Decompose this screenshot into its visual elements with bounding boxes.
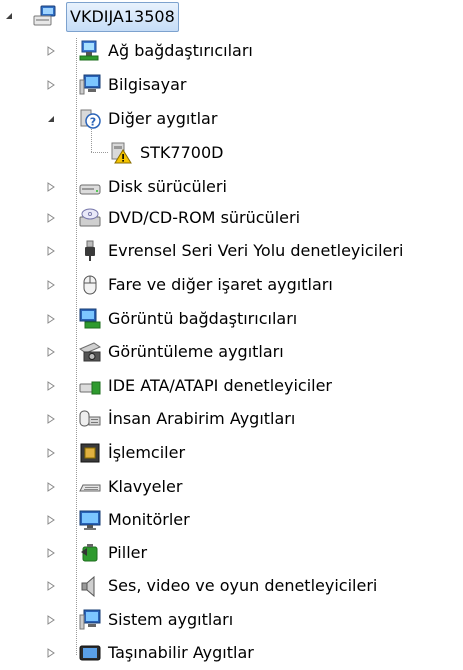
expand-arrow-icon[interactable] [46, 80, 56, 90]
tree-item-label: İşlemciler [108, 443, 186, 462]
tree-item-label: Ses, video ve oyun denetleyicileri [108, 576, 378, 595]
keyboard-icon [79, 476, 101, 498]
usb-plug-icon [79, 240, 101, 262]
warning-device-icon [110, 142, 132, 164]
tree-item-label: Evrensel Seri Veri Yolu denetleyicileri [108, 241, 404, 260]
expand-arrow-icon[interactable] [46, 648, 56, 658]
tree-item-label: İnsan Arabirim Aygıtları [108, 409, 296, 428]
expand-arrow-icon[interactable] [46, 448, 56, 458]
tree-item-label: Taşınabilir Aygıtlar [108, 643, 254, 662]
system-device-icon [79, 609, 101, 631]
expand-arrow-icon[interactable] [46, 182, 56, 192]
device-tree: VKDIJA13508 Ağ bağdaştırıcıları Bilgisay… [0, 0, 463, 670]
unknown-device-icon: ? [79, 108, 101, 130]
expand-arrow-icon[interactable] [46, 482, 56, 492]
portable-device-icon [79, 642, 101, 664]
tree-item-label: Disk sürücüleri [108, 177, 227, 196]
expand-arrow-icon[interactable] [46, 314, 56, 324]
hid-icon [79, 408, 101, 430]
collapse-arrow-icon[interactable] [46, 114, 56, 124]
expand-arrow-icon[interactable] [46, 246, 56, 256]
root-label: VKDIJA13508 [66, 2, 179, 32]
expand-arrow-icon[interactable] [46, 615, 56, 625]
expand-arrow-icon[interactable] [46, 280, 56, 290]
tree-line-child-h [91, 152, 109, 153]
processor-icon [79, 442, 101, 464]
tree-line-main [76, 37, 77, 655]
tree-item-label: Fare ve diğer işaret aygıtları [108, 275, 333, 294]
expand-arrow-icon[interactable] [46, 381, 56, 391]
svg-text:?: ? [90, 116, 96, 129]
expand-arrow-icon[interactable] [46, 414, 56, 424]
tree-item-label: Klavyeler [108, 477, 183, 496]
monitor-icon [79, 509, 101, 531]
display-adapter-icon [79, 308, 101, 330]
tree-line-child [91, 128, 92, 152]
network-adapter-icon [79, 40, 101, 62]
tree-item-label: Sistem aygıtları [108, 610, 234, 629]
tree-item-label: Diğer aygıtlar [108, 109, 218, 128]
ide-controller-icon [79, 375, 101, 397]
tree-item-label: Görüntüleme aygıtları [108, 342, 284, 361]
expand-arrow-icon[interactable] [46, 46, 56, 56]
battery-icon [79, 542, 101, 564]
speaker-icon [79, 575, 101, 597]
expand-arrow-icon[interactable] [46, 347, 56, 357]
tree-item-label: IDE ATA/ATAPI denetleyiciler [108, 376, 333, 395]
dvd-drive-icon [79, 207, 101, 229]
tree-item-label: DVD/CD-ROM sürücüleri [108, 208, 301, 227]
mouse-icon [79, 274, 101, 296]
computer-monitor-icon [79, 74, 101, 96]
computer-icon [33, 5, 56, 27]
expand-arrow-icon[interactable] [46, 581, 56, 591]
expand-arrow-icon[interactable] [46, 548, 56, 558]
tree-item-label: Piller [108, 543, 148, 562]
tree-item-label: Ağ bağdaştırıcıları [108, 41, 253, 60]
expand-arrow-icon[interactable] [46, 515, 56, 525]
tree-item-label: STK7700D [140, 143, 224, 162]
tree-item-label: Görüntü bağdaştırıcıları [108, 309, 298, 328]
tree-item-label: Bilgisayar [108, 75, 187, 94]
expand-arrow-icon[interactable] [46, 213, 56, 223]
camera-icon [79, 341, 101, 363]
tree-item-label: Monitörler [108, 510, 190, 529]
disk-drive-icon [79, 176, 101, 198]
collapse-arrow-icon[interactable] [4, 11, 14, 21]
